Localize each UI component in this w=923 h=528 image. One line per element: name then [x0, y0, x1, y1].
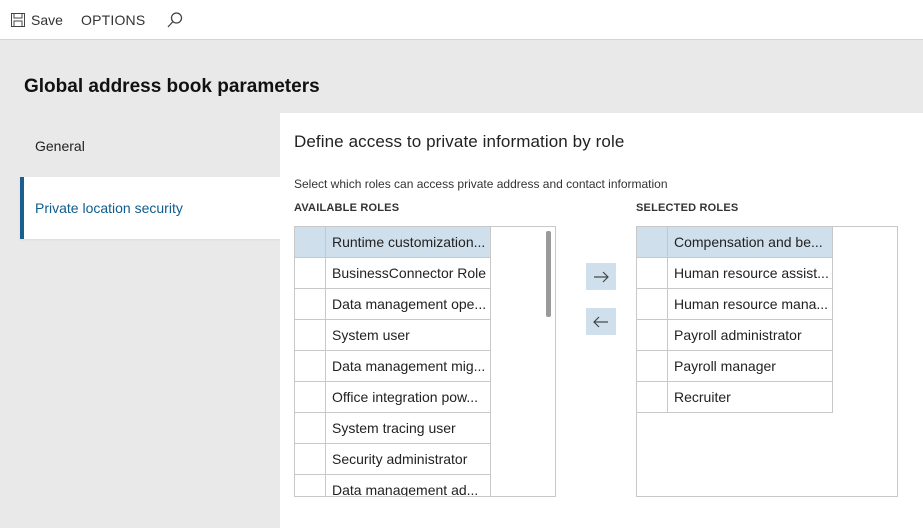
- vertical-tab-list: General Private location security: [20, 115, 280, 239]
- available-role-row[interactable]: Data management ope...: [295, 289, 491, 320]
- role-name: Payroll manager: [668, 351, 833, 381]
- selected-role-row[interactable]: Human resource mana...: [637, 289, 833, 320]
- row-selector[interactable]: [637, 258, 668, 288]
- options-label: OPTIONS: [81, 11, 146, 28]
- save-button[interactable]: Save: [11, 0, 63, 40]
- add-role-button[interactable]: [586, 263, 616, 290]
- row-selector[interactable]: [295, 227, 326, 257]
- role-name: Data management mig...: [326, 351, 491, 381]
- content-pane: Define access to private information by …: [280, 113, 923, 528]
- available-role-row[interactable]: BusinessConnector Role: [295, 258, 491, 289]
- page-title: Global address book parameters: [24, 76, 320, 97]
- row-selector[interactable]: [637, 289, 668, 319]
- role-name: Compensation and be...: [668, 227, 833, 257]
- search-icon[interactable]: [166, 11, 184, 29]
- role-name: Runtime customization...: [326, 227, 491, 257]
- remove-role-button[interactable]: [586, 308, 616, 335]
- row-selector[interactable]: [295, 258, 326, 288]
- role-name: Data management ope...: [326, 289, 491, 319]
- row-selector[interactable]: [637, 320, 668, 350]
- tab-private-location-security-label: Private location security: [35, 200, 183, 216]
- available-role-row[interactable]: Data management mig...: [295, 351, 491, 382]
- available-role-row[interactable]: System user: [295, 320, 491, 351]
- tab-general-label: General: [35, 138, 85, 154]
- available-roles-scrollbar[interactable]: [546, 231, 551, 317]
- save-label: Save: [31, 11, 63, 28]
- tab-general[interactable]: General: [20, 115, 280, 177]
- row-selector[interactable]: [295, 382, 326, 412]
- row-selector[interactable]: [295, 444, 326, 474]
- instructions-text: Select which roles can access private ad…: [294, 177, 668, 191]
- role-name: Human resource assist...: [668, 258, 833, 288]
- selected-role-row[interactable]: Compensation and be...: [637, 227, 833, 258]
- tab-private-location-security[interactable]: Private location security: [20, 177, 280, 239]
- row-selector[interactable]: [637, 227, 668, 257]
- action-pane: Save OPTIONS: [0, 0, 923, 40]
- role-name: Security administrator: [326, 444, 491, 474]
- available-roles-grid[interactable]: Runtime customization... BusinessConnect…: [294, 226, 556, 497]
- row-selector[interactable]: [295, 475, 326, 496]
- row-selector[interactable]: [637, 351, 668, 381]
- section-title: Define access to private information by …: [294, 132, 625, 151]
- available-role-row[interactable]: System tracing user: [295, 413, 491, 444]
- row-selector[interactable]: [637, 382, 668, 412]
- selected-role-row[interactable]: Human resource assist...: [637, 258, 833, 289]
- role-name: Payroll administrator: [668, 320, 833, 350]
- options-tab[interactable]: OPTIONS: [81, 0, 145, 40]
- available-role-row[interactable]: Security administrator: [295, 444, 491, 475]
- role-name: System tracing user: [326, 413, 491, 443]
- selected-roles-label: SELECTED ROLES: [636, 202, 739, 214]
- row-selector[interactable]: [295, 413, 326, 443]
- available-role-row[interactable]: Office integration pow...: [295, 382, 491, 413]
- available-role-row[interactable]: Runtime customization...: [295, 227, 491, 258]
- selected-role-row[interactable]: Recruiter: [637, 382, 833, 413]
- role-name: BusinessConnector Role: [326, 258, 491, 288]
- save-icon: [11, 12, 25, 27]
- selected-roles-grid[interactable]: Compensation and be... Human resource as…: [636, 226, 898, 497]
- row-selector[interactable]: [295, 289, 326, 319]
- role-name: System user: [326, 320, 491, 350]
- available-roles-label: AVAILABLE ROLES: [294, 202, 400, 214]
- role-name: Office integration pow...: [326, 382, 491, 412]
- available-role-row[interactable]: Data management ad...: [295, 475, 491, 496]
- arrow-right-icon: [594, 271, 609, 282]
- role-name: Human resource mana...: [668, 289, 833, 319]
- row-selector[interactable]: [295, 320, 326, 350]
- arrow-left-icon: [593, 316, 608, 327]
- selected-role-row[interactable]: Payroll administrator: [637, 320, 833, 351]
- role-name: Recruiter: [668, 382, 833, 412]
- selected-role-row[interactable]: Payroll manager: [637, 351, 833, 382]
- row-selector[interactable]: [295, 351, 326, 381]
- role-name: Data management ad...: [326, 475, 491, 496]
